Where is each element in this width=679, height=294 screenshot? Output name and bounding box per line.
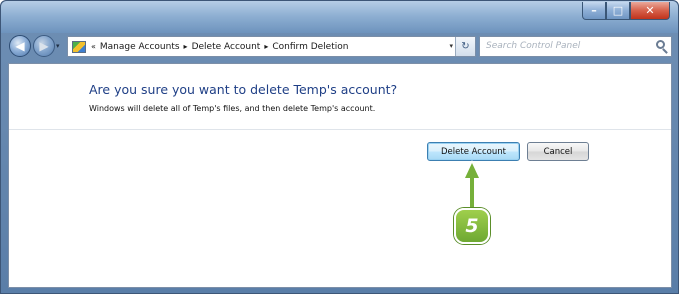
close-button[interactable]: ✕ (630, 2, 670, 20)
address-bar[interactable]: « Manage Accounts ▸ Delete Account ▸ Con… (67, 36, 476, 57)
recent-pages-dropdown[interactable]: ▾ (56, 42, 60, 50)
delete-account-button[interactable]: Delete Account (427, 142, 520, 161)
arrow-left-icon: ◀ (15, 39, 25, 53)
search-placeholder: Search Control Panel (486, 41, 581, 51)
control-panel-icon (72, 40, 86, 53)
window-controls: – □ ✕ (582, 2, 670, 22)
divider (9, 129, 671, 130)
search-input[interactable]: Search Control Panel (479, 36, 672, 57)
title-bar[interactable]: – □ ✕ (1, 1, 678, 33)
breadcrumb-confirm-deletion[interactable]: Confirm Deletion (272, 42, 348, 52)
page-title: Are you sure you want to delete Temp's a… (89, 82, 398, 97)
breadcrumb-overflow[interactable]: « (91, 42, 96, 51)
refresh-button[interactable]: ↻ (455, 37, 475, 56)
breadcrumb-separator[interactable]: ▸ (184, 42, 188, 51)
forward-button[interactable]: ▶ (33, 35, 55, 57)
search-icon[interactable] (656, 40, 665, 49)
back-button[interactable]: ◀ (9, 35, 31, 57)
confirm-deletion-panel: Are you sure you want to delete Temp's a… (8, 63, 672, 288)
maximize-button[interactable]: □ (606, 2, 630, 20)
cancel-button[interactable]: Cancel (527, 142, 589, 161)
refresh-icon: ↻ (461, 41, 470, 52)
page-description: Windows will delete all of Temp's files,… (89, 104, 376, 113)
navigation-toolbar: ◀ ▶ ▾ « Manage Accounts ▸ Delete Account… (7, 35, 672, 59)
breadcrumb-separator[interactable]: ▸ (264, 42, 268, 51)
breadcrumb-delete-account[interactable]: Delete Account (192, 42, 261, 52)
step-badge: 5 (454, 208, 490, 244)
control-panel-window: – □ ✕ ◀ ▶ ▾ « Manage Accounts ▸ Delete A… (0, 0, 679, 294)
arrow-right-icon: ▶ (39, 39, 49, 53)
minimize-button[interactable]: – (582, 2, 606, 20)
address-dropdown-icon[interactable]: ▾ (449, 42, 453, 50)
breadcrumb-manage-accounts[interactable]: Manage Accounts (100, 42, 180, 52)
